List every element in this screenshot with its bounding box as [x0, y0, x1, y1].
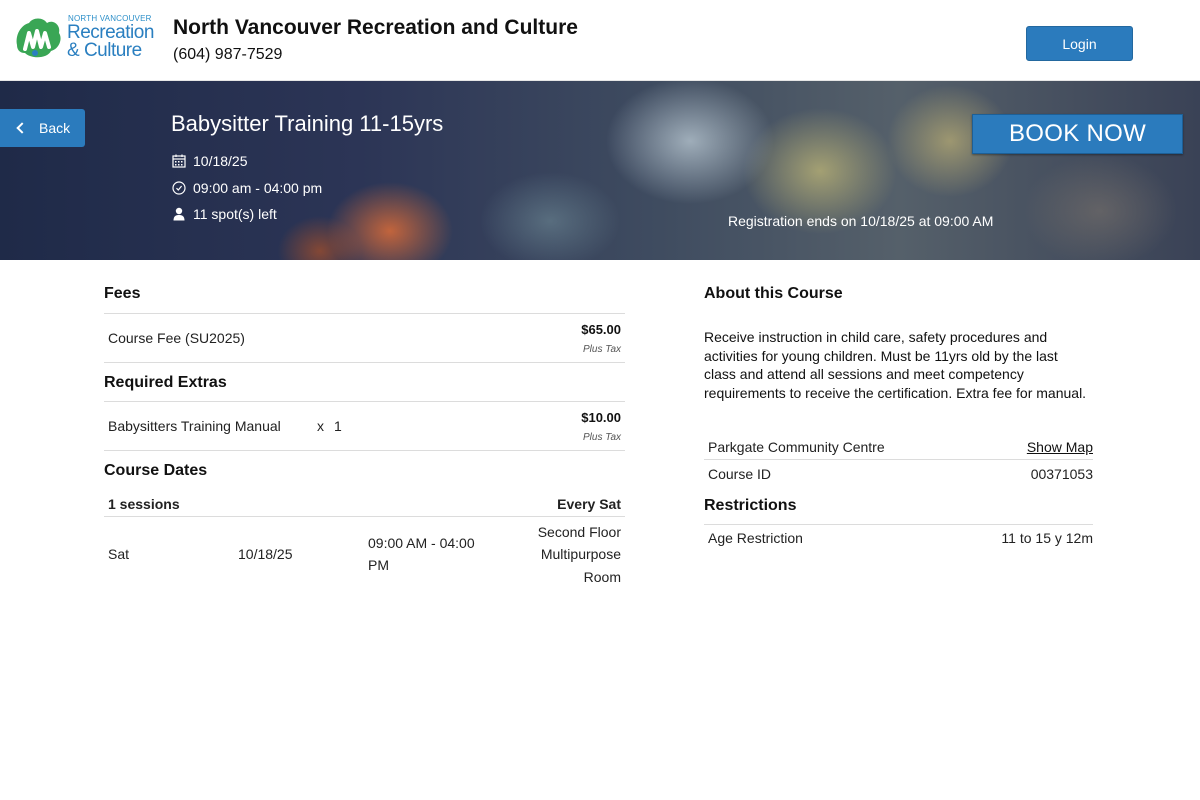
divider [104, 516, 625, 517]
registration-ends: Registration ends on 10/18/25 at 09:00 A… [728, 213, 994, 229]
session-location-line1: Second Floor [537, 524, 621, 540]
back-button[interactable]: Back [0, 109, 85, 147]
book-now-button[interactable]: BOOK NOW [972, 114, 1183, 154]
divider [104, 401, 625, 402]
fee-tax-note: Plus Tax [583, 344, 621, 355]
about-description: Receive instruction in child care, safet… [704, 329, 1087, 401]
session-day: Sat [108, 546, 130, 562]
fees-title: Fees [104, 285, 141, 302]
org-logo[interactable]: NORTH VANCOUVER Recreation & Culture [13, 13, 168, 61]
course-id-value: 00371053 [1030, 466, 1093, 482]
fee-price: $65.00 [581, 322, 621, 337]
show-map-link[interactable]: Show Map [1027, 439, 1093, 455]
sessions-frequency: Every Sat [557, 496, 621, 512]
course-spots-row: 11 spot(s) left [171, 206, 277, 222]
divider [104, 313, 625, 314]
divider [704, 524, 1093, 525]
org-name: North Vancouver Recreation and Culture [173, 16, 578, 39]
logo-mark-icon [16, 18, 61, 58]
site-header: NORTH VANCOUVER Recreation & Culture Nor… [0, 0, 1200, 81]
session-location-line3: Room [583, 569, 621, 585]
age-restriction-label: Age Restriction [708, 530, 803, 546]
divider [104, 450, 625, 451]
person-icon [171, 206, 187, 222]
logo-line2: & Culture [67, 40, 142, 61]
extra-qty-prefix: x [317, 418, 324, 434]
course-dates-title: Course Dates [104, 462, 208, 479]
about-title: About this Course [704, 285, 843, 302]
calendar-icon [171, 153, 187, 169]
extra-qty: 1 [334, 418, 342, 434]
extra-price: $10.00 [581, 410, 621, 425]
course-date-row: 10/18/25 [171, 153, 248, 169]
extra-name: Babysitters Training Manual [108, 418, 281, 434]
clock-icon [171, 180, 187, 196]
course-hero: Back Babysitter Training 11-15yrs 10/18/… [0, 81, 1200, 260]
session-location-line2: Multipurpose [540, 546, 621, 562]
course-title: Babysitter Training 11-15yrs [171, 111, 444, 136]
back-label: Back [39, 120, 71, 136]
course-spots: 11 spot(s) left [193, 206, 277, 222]
divider [104, 362, 625, 363]
course-id-label: Course ID [708, 466, 772, 482]
course-date: 10/18/25 [193, 153, 248, 169]
course-time-row: 09:00 am - 04:00 pm [171, 180, 322, 196]
session-date: 10/18/25 [238, 546, 293, 562]
restrictions-title: Restrictions [704, 497, 797, 514]
chevron-left-icon [16, 122, 28, 134]
required-extras-title: Required Extras [104, 374, 227, 391]
org-phone: (604) 987-7529 [173, 46, 283, 63]
divider [704, 459, 1093, 460]
location-name: Parkgate Community Centre [708, 439, 885, 455]
sessions-count: 1 sessions [108, 496, 180, 512]
age-restriction-value: 11 to 15 y 12m [1001, 530, 1093, 546]
course-time: 09:00 am - 04:00 pm [193, 180, 323, 196]
extra-tax-note: Plus Tax [583, 432, 621, 443]
session-time-line1: 09:00 AM - 04:00 [368, 535, 475, 551]
fee-name: Course Fee (SU2025) [108, 330, 245, 346]
session-time-line2: PM [368, 557, 389, 573]
login-button[interactable]: Login [1026, 26, 1133, 61]
